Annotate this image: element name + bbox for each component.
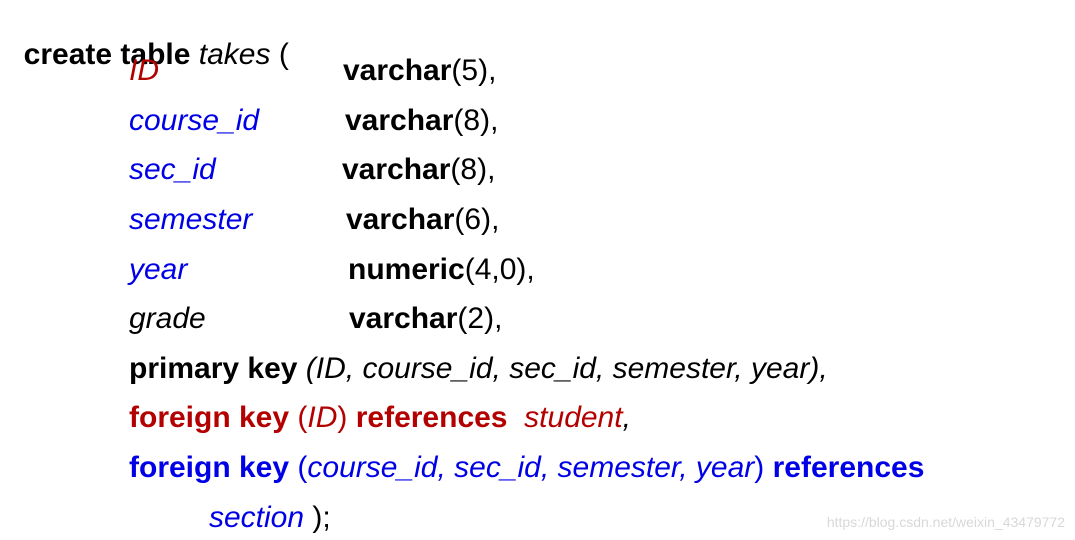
watermark-text: https://blog.csdn.net/weixin_43479772 — [826, 514, 1065, 530]
column-name-course-id: course_id — [129, 104, 260, 137]
type-keyword: varchar — [349, 302, 458, 335]
fk-gap — [508, 401, 525, 434]
column-name-sec-id: sec_id — [129, 153, 216, 186]
type-keyword: varchar — [346, 203, 455, 236]
type-keyword: varchar — [342, 153, 451, 186]
column-type-sec-id: varchar(8), — [342, 153, 495, 187]
type-args: (2), — [457, 302, 503, 335]
foreign-key-keyword: foreign key — [129, 401, 290, 434]
column-name-id: ID — [129, 54, 159, 87]
column-name-semester: semester — [129, 203, 253, 236]
referenced-table: section — [209, 501, 305, 534]
section-line: section ); — [209, 501, 331, 535]
column-name-year: year — [129, 253, 188, 286]
create-table-line: create table takes ( — [7, 4, 289, 71]
fk-open-paren: ( — [289, 451, 308, 484]
column-type-course-id: varchar(8), — [345, 104, 498, 138]
references-keyword: references — [355, 401, 508, 434]
fk-close-paren: ) — [754, 451, 773, 484]
type-args: (8), — [450, 153, 496, 186]
primary-key-columns: (ID, course_id, sec_id, semester, year), — [297, 352, 828, 385]
fk-columns: course_id, sec_id, semester, year — [307, 451, 755, 484]
type-args: (6), — [454, 203, 500, 236]
primary-key-line: primary key (ID, course_id, sec_id, seme… — [129, 352, 828, 386]
column-type-grade: varchar(2), — [349, 302, 502, 336]
type-keyword: varchar — [343, 54, 452, 87]
fk-column: ID — [307, 401, 338, 434]
fk-open-paren: ( — [289, 401, 308, 434]
foreign-key-section-line: foreign key (course_id, sec_id, semester… — [129, 451, 924, 485]
fk-close-paren: ) — [337, 401, 356, 434]
column-type-semester: varchar(6), — [346, 203, 499, 237]
type-keyword: numeric — [348, 253, 465, 286]
foreign-key-keyword: foreign key — [129, 451, 290, 484]
table-name: takes — [198, 38, 271, 71]
type-args: (4,0), — [464, 253, 535, 286]
column-name-grade: grade — [129, 302, 206, 335]
type-args: (5), — [451, 54, 497, 87]
create-table-keyword: create table — [23, 38, 191, 71]
statement-end: ); — [304, 501, 331, 534]
column-type-year: numeric(4,0), — [348, 253, 535, 287]
type-args: (8), — [453, 104, 499, 137]
column-type-id: varchar(5), — [343, 54, 496, 88]
referenced-table: student — [524, 401, 623, 434]
references-keyword: references — [772, 451, 925, 484]
type-keyword: varchar — [345, 104, 454, 137]
primary-key-keyword: primary key — [129, 352, 298, 385]
fk-comma: , — [622, 401, 631, 434]
open-paren: ( — [270, 38, 289, 71]
foreign-key-student-line: foreign key (ID) references student, — [129, 401, 631, 435]
